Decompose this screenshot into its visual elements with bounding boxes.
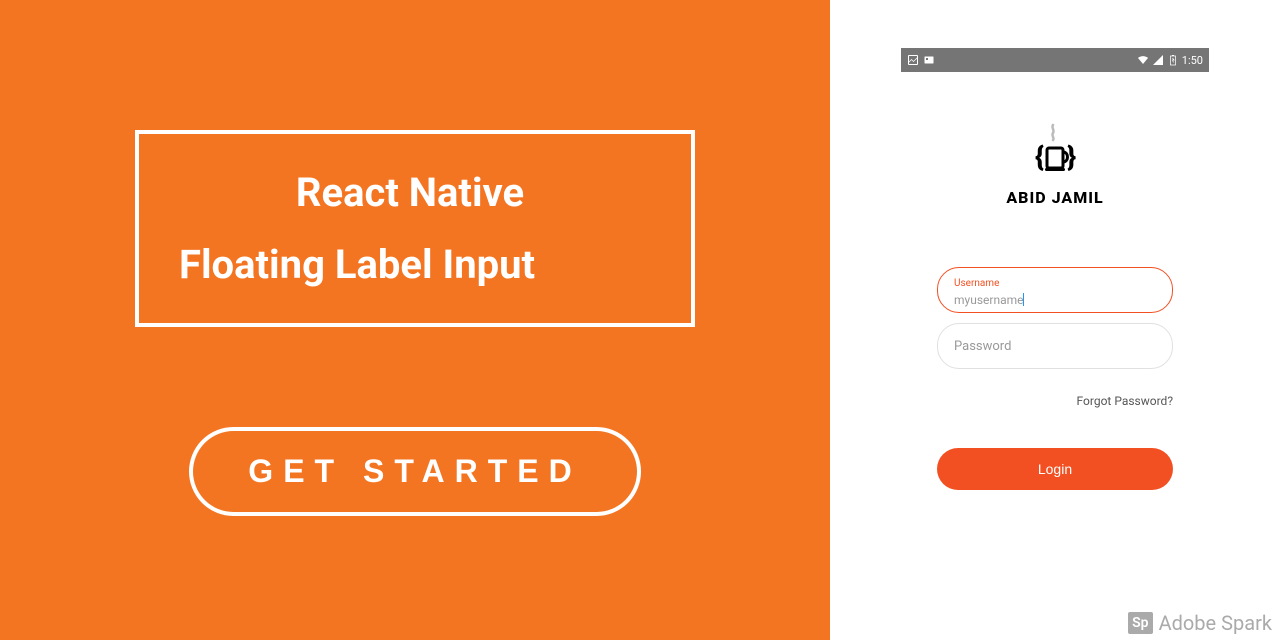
image-icon [907, 54, 919, 66]
text-cursor [1023, 293, 1024, 306]
username-field[interactable]: Username myusername [937, 267, 1173, 313]
password-placeholder: Password [954, 334, 1156, 354]
forgot-password-link[interactable]: Forgot Password? [937, 394, 1173, 408]
demo-panel: 1:50 { } ABID JAMIL Username myusername [830, 0, 1280, 640]
logo-mug-icon: { } [1025, 120, 1085, 180]
login-form: Username myusername Password Forgot Pass… [937, 267, 1173, 490]
status-time: 1:50 [1182, 54, 1203, 67]
sp-badge-icon: Sp [1128, 612, 1152, 634]
svg-text:{: { [1035, 140, 1044, 173]
username-input[interactable]: myusername [954, 293, 1023, 307]
battery-icon [1167, 54, 1179, 66]
status-bar: 1:50 [901, 48, 1209, 72]
signal-icon [1152, 54, 1164, 66]
card-icon [923, 54, 935, 66]
get-started-button[interactable]: GET STARTED [189, 427, 640, 516]
status-left [907, 54, 935, 66]
promo-panel: React Native Floating Label Input GET ST… [0, 0, 830, 640]
phone-frame: 1:50 { } ABID JAMIL Username myusername [901, 48, 1209, 490]
login-button[interactable]: Login [937, 448, 1173, 490]
logo-section: { } ABID JAMIL [1006, 120, 1103, 207]
svg-text:}: } [1067, 140, 1076, 173]
logo-text: ABID JAMIL [1006, 188, 1103, 207]
title-line-2: Floating Label Input [179, 241, 641, 288]
title-box: React Native Floating Label Input [135, 130, 695, 327]
title-line-1: React Native [179, 169, 641, 216]
watermark: Sp Adobe Spark [1128, 611, 1272, 635]
password-field[interactable]: Password [937, 323, 1173, 369]
watermark-text: Adobe Spark [1159, 611, 1272, 635]
username-label: Username [954, 278, 1156, 289]
status-right: 1:50 [1137, 54, 1203, 67]
wifi-icon [1137, 54, 1149, 66]
